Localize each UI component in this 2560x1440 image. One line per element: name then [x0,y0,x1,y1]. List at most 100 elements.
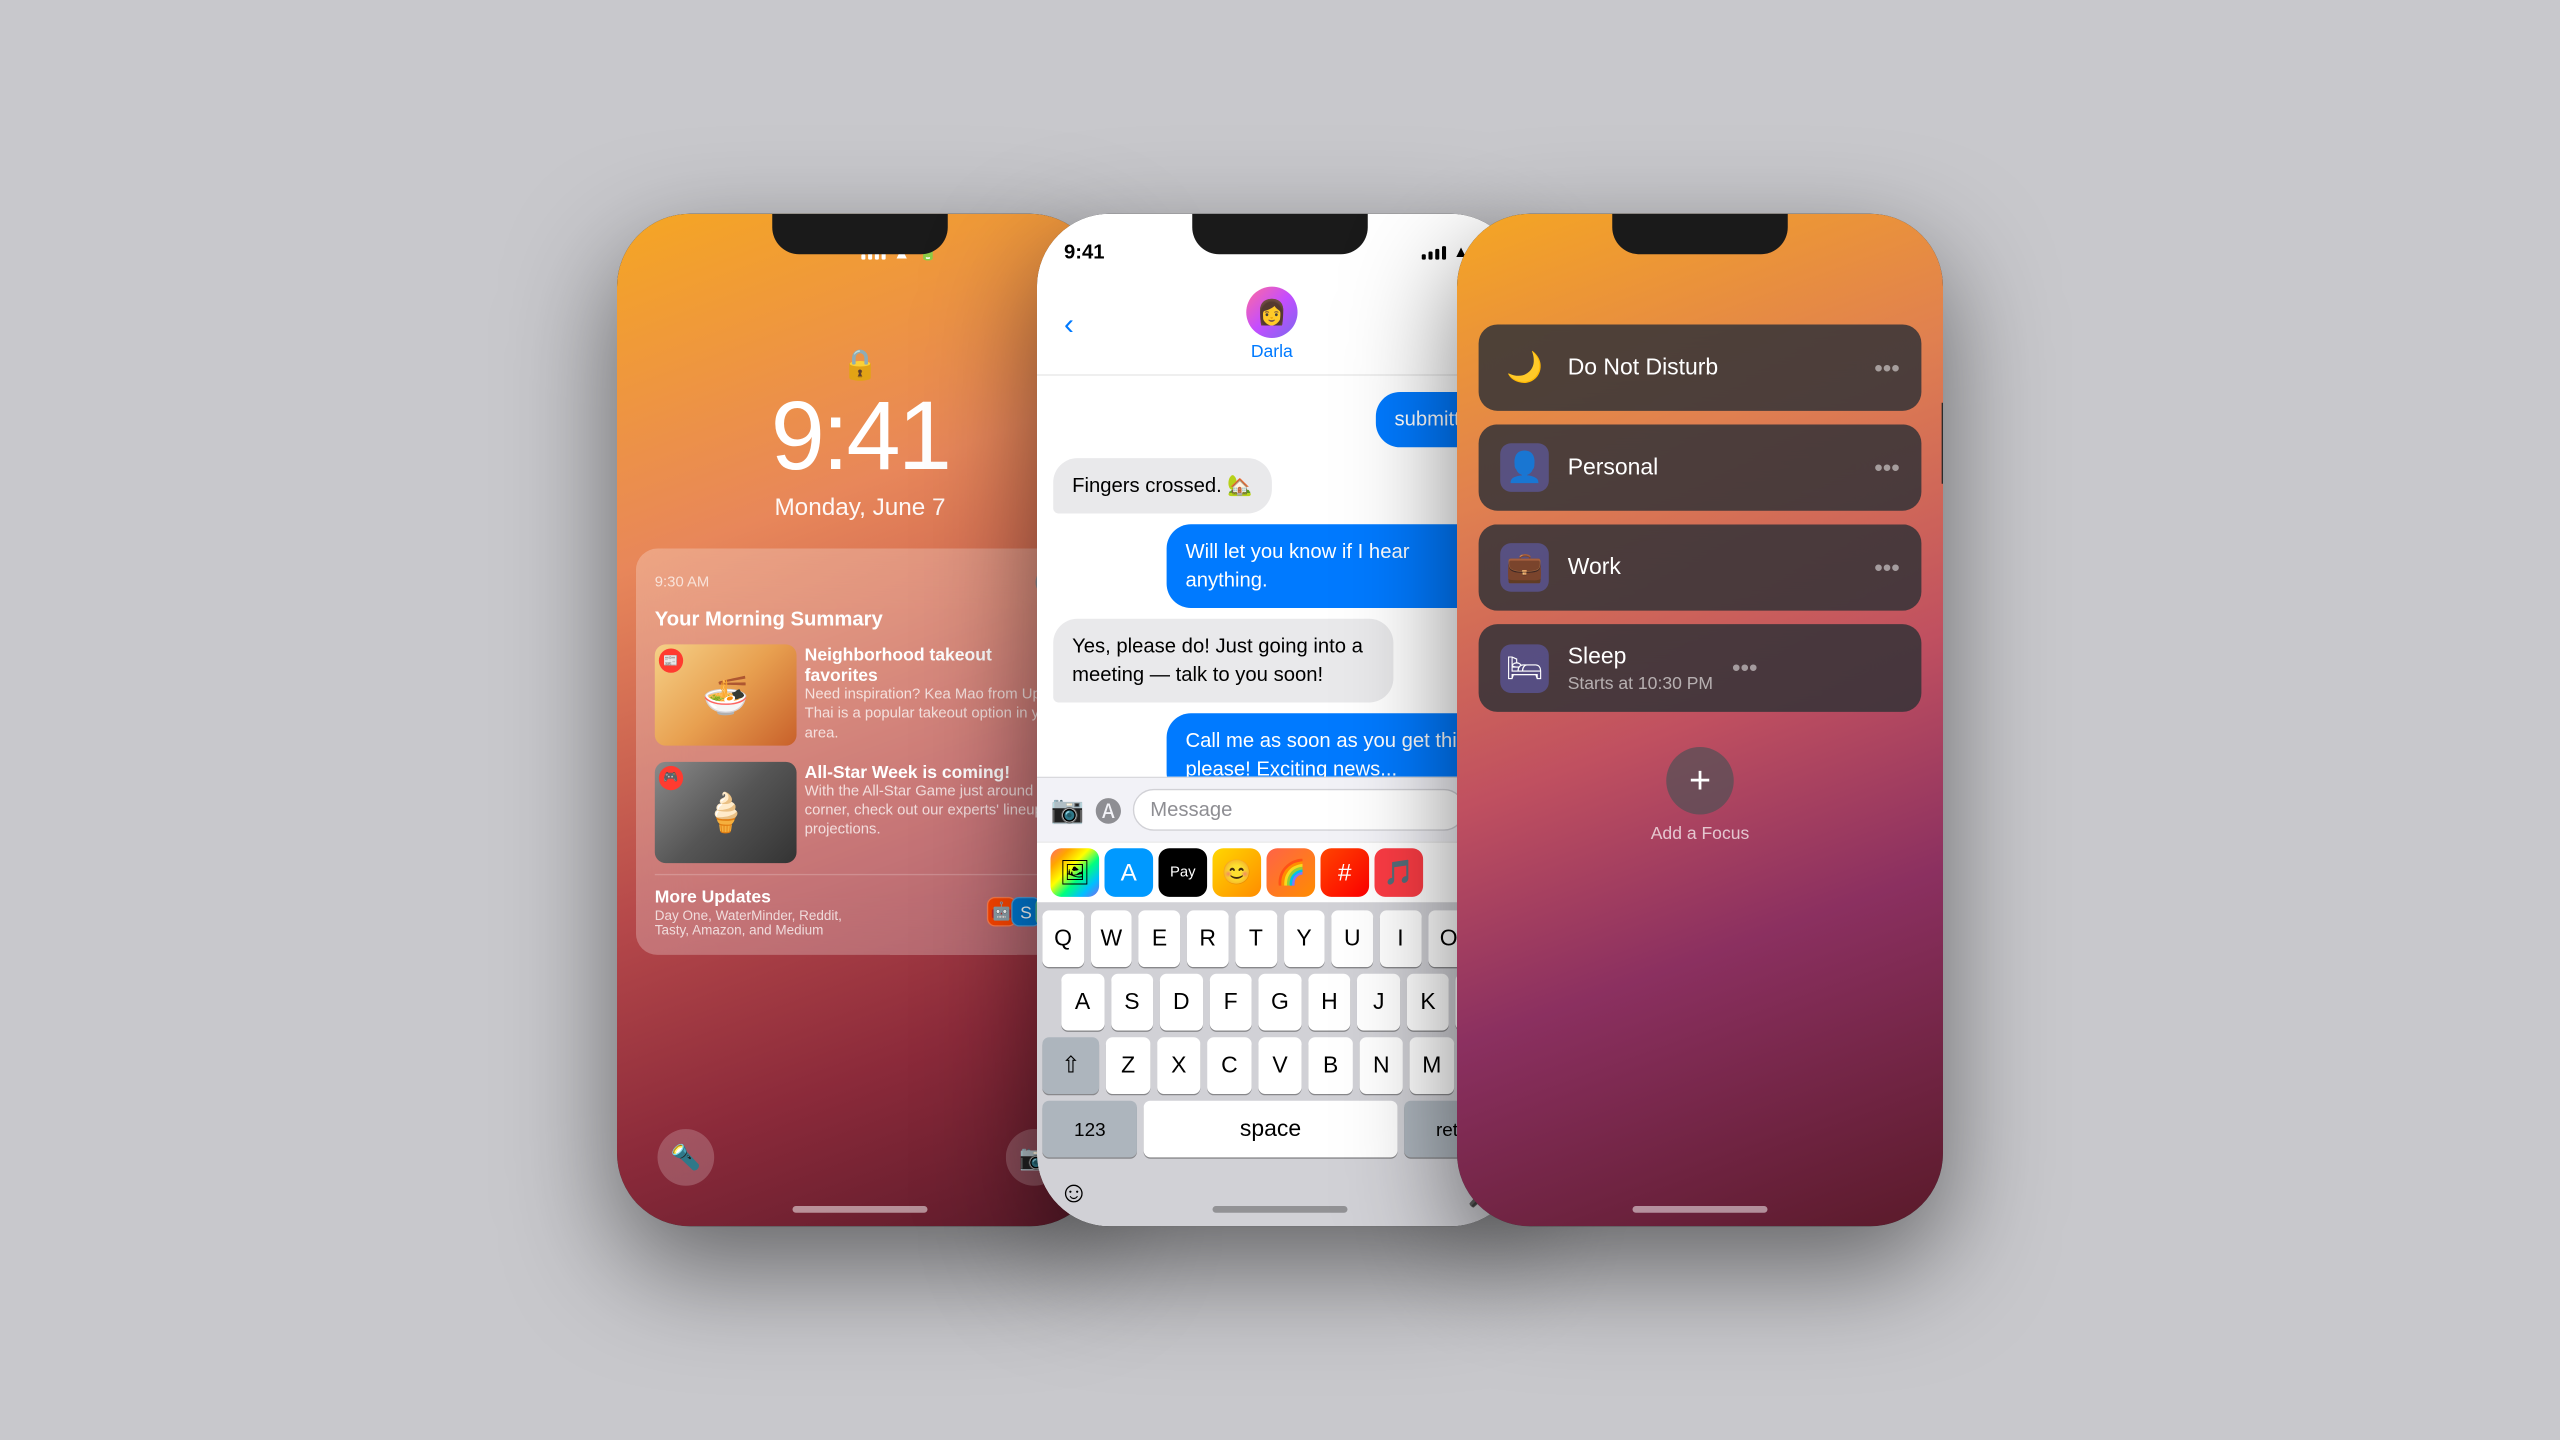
add-focus-button[interactable]: + [1666,747,1734,815]
do-not-disturb-label: Do Not Disturb [1568,354,1856,381]
notif-images: 📰 Neighborhood takeout favorites Need in… [655,644,1065,748]
music-app-icon[interactable]: 🎵 [1375,848,1424,897]
home-indicator-3 [1633,1206,1768,1213]
focus-do-not-disturb[interactable]: 🌙 Do Not Disturb ••• [1479,324,1922,410]
phone-3: ▲ 🔋 🌙 Do Not Disturb ••• 👤 Personal ••• … [1457,214,1943,1227]
key-v[interactable]: V [1258,1037,1302,1094]
personal-more[interactable]: ••• [1874,453,1900,481]
news2-image: 🎮 [655,762,797,863]
key-i[interactable]: I [1380,910,1421,967]
bubble-received-2: Yes, please do! Just going into a meetin… [1053,619,1393,703]
focus-work[interactable]: 💼 Work ••• [1479,524,1922,610]
messages-content: 9:41 ▲ 🔋 ‹ 👩 Darla [1037,214,1523,1227]
notif-header: 9:30 AM 11 [655,567,1065,597]
lock-screen: ▲ 🔋 🔒 9:41 Monday, June 7 9:30 AM 11 You… [617,214,1103,1227]
key-x[interactable]: X [1157,1037,1201,1094]
news1-content: Neighborhood takeout favorites Need insp… [805,644,1066,748]
news1-badge: 📰 [659,648,683,672]
status-bar: ▲ 🔋 [754,214,966,273]
keyboard-row-3: ⇧ Z X C V B N M ⌫ [1042,1037,1517,1094]
contact-name: Darla [1251,341,1293,361]
key-w[interactable]: W [1091,910,1132,967]
news2-badge: 🎮 [659,766,683,790]
notif-divider [655,874,1065,875]
notification-card[interactable]: 9:30 AM 11 Your Morning Summary 📰 Neighb… [636,549,1084,955]
focus-personal[interactable]: 👤 Personal ••• [1479,424,1922,510]
photos-app-icon[interactable]: 🖼 [1051,848,1100,897]
home-indicator-2 [1213,1206,1348,1213]
lock-date: Monday, June 7 [774,493,945,521]
bed-icon: 🛏 [1500,644,1549,693]
key-r[interactable]: R [1187,910,1228,967]
messages-time: 9:41 [1064,240,1105,263]
memoji-app-icon[interactable]: 😊 [1213,848,1262,897]
key-h[interactable]: H [1308,974,1351,1031]
messages-header: ‹ 👩 Darla 📹 [1037,273,1523,376]
messages-screen: 9:41 ▲ 🔋 ‹ 👩 Darla [1037,214,1523,1227]
contact-avatar: 👩 [1246,287,1297,338]
news2-desc: With the All-Star Game just around the c… [805,782,1066,840]
sticker-app-icon[interactable]: 🌈 [1267,848,1316,897]
key-k[interactable]: K [1407,974,1450,1031]
add-focus-label: Add a Focus [1651,823,1750,843]
key-123[interactable]: 123 [1042,1101,1137,1158]
moon-icon: 🌙 [1500,343,1549,392]
app-store-input-icon[interactable]: 🅐 [1095,790,1122,829]
status-icons-right: ▲ 🔋 [862,241,939,263]
messages-status-bar: 9:41 ▲ 🔋 [1037,214,1523,273]
key-u[interactable]: U [1332,910,1373,967]
more-updates-row: More Updates Day One, WaterMinder, Reddi… [655,886,1065,939]
contact-info[interactable]: 👩 Darla [1246,287,1297,361]
key-f[interactable]: F [1209,974,1252,1031]
bubble-sent-2: Will let you know if I hear anything. [1167,524,1507,608]
key-j[interactable]: J [1357,974,1400,1031]
key-b[interactable]: B [1309,1037,1353,1094]
news2-row: 🎮 All-Star Week is coming! With the All-… [655,762,1065,863]
hashtag-app-icon[interactable]: # [1321,848,1370,897]
back-button[interactable]: ‹ [1059,301,1080,347]
work-label: Work [1568,554,1856,581]
key-space[interactable]: space [1144,1101,1397,1158]
key-s[interactable]: S [1111,974,1154,1031]
key-q[interactable]: Q [1042,910,1083,967]
news2-content: All-Star Week is coming! With the All-St… [805,762,1066,863]
sleep-more[interactable]: ••• [1732,654,1758,682]
more-title: More Updates [655,886,871,906]
messages-list: submitted! Fingers crossed. 🏡 Will let y… [1037,376,1523,777]
bubble-received-1: Fingers crossed. 🏡 [1053,458,1271,513]
key-t[interactable]: T [1235,910,1276,967]
work-more[interactable]: ••• [1874,553,1900,581]
key-y[interactable]: Y [1283,910,1324,967]
key-shift[interactable]: ⇧ [1042,1037,1099,1094]
key-c[interactable]: C [1207,1037,1251,1094]
sleep-sublabel: Starts at 10:30 PM [1568,673,1713,693]
more-updates-content: More Updates Day One, WaterMinder, Reddi… [655,886,871,939]
camera-input-icon[interactable]: 📷 [1051,793,1085,827]
briefcase-icon: 💼 [1500,543,1549,592]
message-input-field[interactable]: Message [1133,789,1465,831]
key-a[interactable]: A [1061,974,1104,1031]
key-m[interactable]: M [1410,1037,1454,1094]
phone-2: 9:41 ▲ 🔋 ‹ 👩 Darla [1037,214,1523,1227]
notif-title: Your Morning Summary [655,608,1065,631]
emoji-key[interactable]: ☺ [1051,1167,1098,1218]
focus-screen: ▲ 🔋 🌙 Do Not Disturb ••• 👤 Personal ••• … [1457,214,1943,1227]
key-n[interactable]: N [1359,1037,1403,1094]
person-icon: 👤 [1500,443,1549,492]
key-e[interactable]: E [1139,910,1180,967]
appstore-app-icon[interactable]: A [1105,848,1154,897]
keyboard-row-4: 123 space return [1042,1101,1517,1158]
battery-icon: 🔋 [917,241,939,263]
signal-icon [862,243,886,259]
sleep-label: Sleep [1568,643,1713,670]
message-input-area: 📷 🅐 Message 🎤 [1037,777,1523,842]
focus-sleep[interactable]: 🛏 Sleep Starts at 10:30 PM ••• [1479,624,1922,712]
lock-icon: 🔒 [842,347,879,382]
do-not-disturb-more[interactable]: ••• [1874,353,1900,381]
key-z[interactable]: Z [1106,1037,1150,1094]
key-d[interactable]: D [1160,974,1203,1031]
focus-content: 🌙 Do Not Disturb ••• 👤 Personal ••• 💼 Wo… [1457,257,1943,1226]
key-g[interactable]: G [1259,974,1302,1031]
personal-label: Personal [1568,454,1856,481]
applepay-app-icon[interactable]: Pay [1159,848,1208,897]
